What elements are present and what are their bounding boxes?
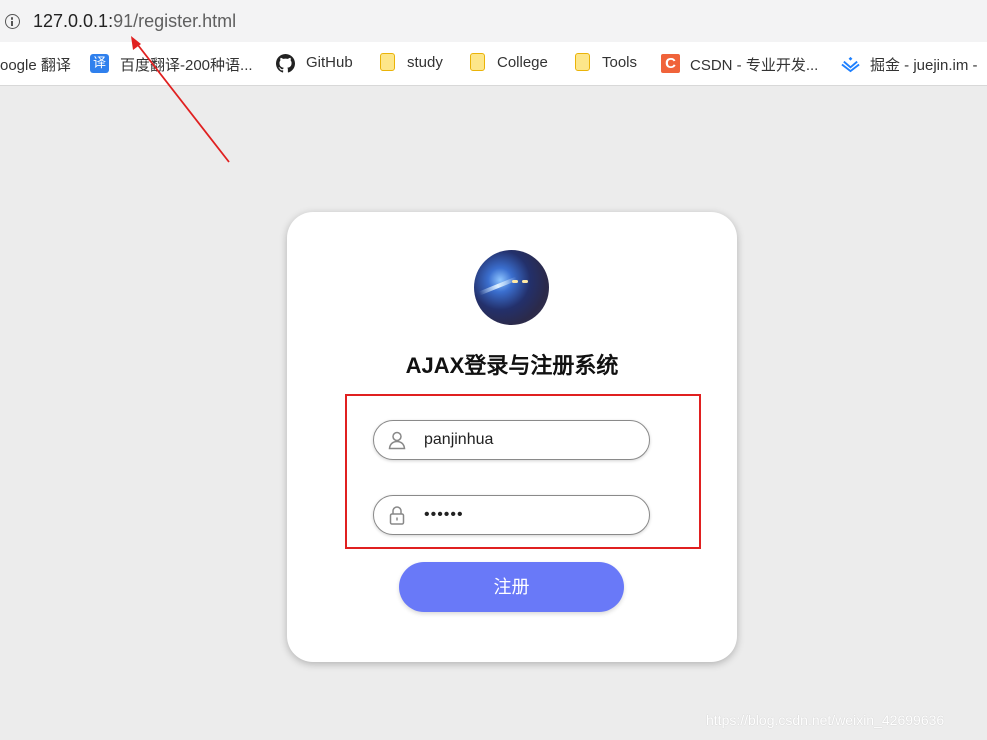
register-button[interactable]: 注册	[399, 562, 624, 612]
username-field[interactable]	[373, 420, 650, 460]
avatar	[474, 250, 549, 325]
page-title: AJAX登录与注册系统	[405, 353, 619, 378]
username-input[interactable]	[424, 429, 634, 451]
watermark-text: https://blog.csdn.net/weixin_42699636	[706, 712, 945, 728]
lock-icon	[389, 506, 405, 525]
password-field[interactable]	[373, 495, 650, 535]
user-icon	[388, 431, 406, 450]
password-input[interactable]	[424, 504, 634, 526]
